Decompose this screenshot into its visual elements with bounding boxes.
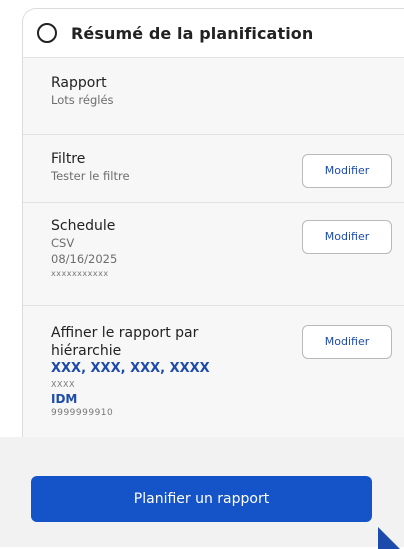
schedule-section: Schedule CSV 08/16/2025 xxxxxxxxxxx Modi… <box>23 203 404 306</box>
hierarchy-id-label: IDM <box>51 392 78 406</box>
edit-schedule-button[interactable]: Modifier <box>302 220 392 254</box>
panel-header: Résumé de la planification <box>23 9 404 58</box>
panel-title: Résumé de la planification <box>71 23 314 43</box>
report-value: Lots réglés <box>51 93 114 107</box>
edit-filter-button[interactable]: Modifier <box>302 154 392 188</box>
radio-circle-icon[interactable] <box>37 23 57 43</box>
schedule-extra: xxxxxxxxxxx <box>51 269 109 278</box>
edit-hierarchy-button[interactable]: Modifier <box>302 325 392 359</box>
schedule-report-button[interactable]: Planifier un rapport <box>31 476 372 522</box>
hierarchy-id-value: 9999999910 <box>51 408 114 418</box>
report-section: Rapport Lots réglés <box>23 58 404 135</box>
cursor-arrow-icon <box>378 527 400 549</box>
hierarchy-section: Affiner le rapport par hiérarchie XXX, X… <box>23 306 404 439</box>
hierarchy-values: XXX, XXX, XXX, XXXX <box>51 361 210 376</box>
report-title: Rapport <box>51 75 107 91</box>
hierarchy-sub: XXXX <box>51 380 75 389</box>
filter-section: Filtre Tester le filtre Modifier <box>23 135 404 203</box>
